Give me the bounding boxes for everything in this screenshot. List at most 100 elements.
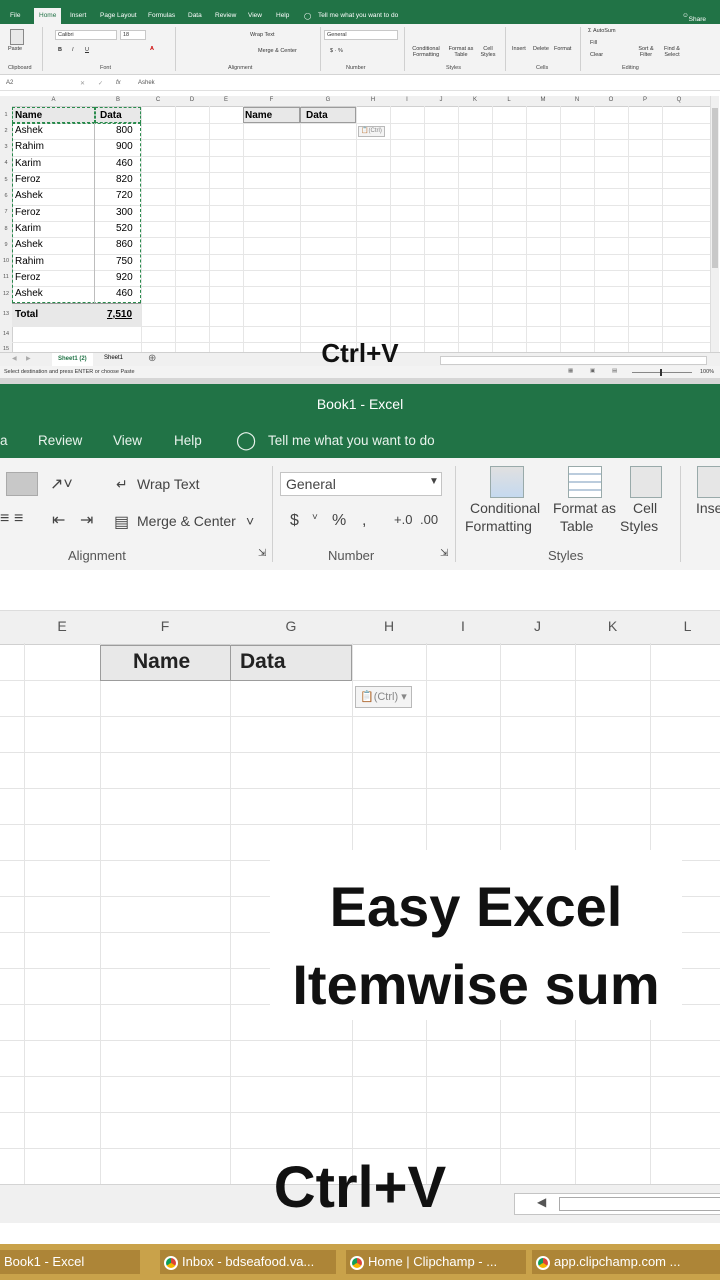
italic-button[interactable]: I [72, 47, 74, 53]
zoom-handle[interactable] [660, 369, 662, 376]
col-header-q[interactable]: Q [662, 97, 696, 103]
number-format-select[interactable]: General ▼ [280, 472, 442, 496]
row-header-3[interactable]: 3 [0, 144, 12, 150]
taskbar-item-inbox[interactable]: Inbox - bdseafood.va... [160, 1250, 336, 1274]
format-as-table-line1[interactable]: Format as [553, 500, 616, 516]
find-select-button[interactable]: Find & Select [660, 46, 684, 58]
table-header-data[interactable]: Data [95, 107, 141, 123]
increase-indent-icon[interactable]: ⇥ [80, 510, 93, 530]
tab-help[interactable]: Help [276, 12, 289, 19]
taskbar-item-clipchamp[interactable]: Home | Clipchamp - ... [346, 1250, 526, 1274]
col-header-b[interactable]: B [95, 97, 141, 103]
zoom-pasted-header-data[interactable]: Data [230, 645, 352, 681]
col-header-f[interactable]: F [243, 97, 300, 103]
comma-icon[interactable]: , [362, 512, 366, 530]
total-row[interactable]: Total 7,510 [12, 303, 141, 327]
row-header-11[interactable]: 11 [0, 274, 12, 280]
tab-insert[interactable]: Insert [70, 12, 86, 19]
autosum-button[interactable]: Σ AutoSum [588, 28, 616, 34]
chevron-down-icon[interactable]: ˅ [246, 513, 254, 529]
insert-button[interactable]: Insert [512, 46, 526, 52]
col-header-i[interactable]: I [426, 618, 500, 634]
delete-button[interactable]: Delete [533, 46, 549, 52]
col-header-o[interactable]: O [594, 97, 628, 103]
number-format-select[interactable]: General [324, 30, 398, 40]
cancel-icon[interactable]: ✕ [80, 80, 85, 87]
currency-button[interactable]: $ · % [330, 48, 343, 54]
pasted-header-name[interactable]: Name [243, 107, 300, 123]
cell-styles-line2[interactable]: Styles [620, 518, 658, 534]
wrap-text-button[interactable]: Wrap Text [137, 476, 200, 492]
col-header-g[interactable]: G [230, 618, 352, 634]
cell-styles-icon[interactable] [630, 466, 662, 498]
col-header-e[interactable]: E [209, 97, 243, 103]
merge-center-icon[interactable]: ▤ [114, 512, 129, 532]
tab-formulas[interactable]: Formulas [148, 12, 175, 19]
col-header-h[interactable]: H [352, 618, 426, 634]
conditional-formatting-button[interactable]: Conditional Formatting [408, 46, 444, 58]
paste-options-button[interactable]: 📋(Ctrl) [358, 126, 385, 137]
col-header-j[interactable]: J [424, 97, 458, 103]
vertical-scrollbar[interactable] [710, 96, 719, 352]
wrap-text-icon[interactable]: ↵ [116, 476, 128, 493]
share-button[interactable]: ☺ Share [682, 12, 706, 23]
dialog-launcher-icon[interactable]: ⇲ [440, 548, 448, 559]
merge-center-button[interactable]: Merge & Center [137, 513, 236, 529]
col-header-j[interactable]: J [500, 618, 575, 634]
format-as-table-button[interactable]: Format as Table [446, 46, 476, 58]
increase-decimal-icon[interactable]: +.0 [394, 512, 412, 527]
orientation-icon[interactable]: ↗˅ [50, 474, 73, 494]
format-as-table-line2[interactable]: Table [560, 518, 593, 534]
format-button[interactable]: Format [554, 46, 571, 52]
row-header-4[interactable]: 4 [0, 160, 12, 166]
tab-page-layout[interactable]: Page Layout [100, 12, 137, 19]
tell-me-box[interactable]: Tell me what you want to do [318, 12, 398, 19]
tab-home[interactable]: Home [34, 8, 62, 24]
col-header-p[interactable]: P [628, 97, 662, 103]
taskbar-item-app-clipchamp[interactable]: app.clipchamp.com ... [532, 1250, 720, 1274]
col-header-l[interactable]: L [492, 97, 526, 103]
currency-icon[interactable]: $ [290, 512, 299, 530]
col-header-k[interactable]: K [575, 618, 650, 634]
tab-data-partial[interactable]: a [0, 433, 8, 448]
col-header-m[interactable]: M [526, 97, 560, 103]
col-header-g[interactable]: G [300, 97, 356, 103]
align-bottom-icon[interactable] [6, 472, 38, 496]
function-icon[interactable]: fx [116, 80, 121, 86]
align-justify-icon[interactable]: ≡ [14, 510, 23, 528]
conditional-formatting-icon[interactable] [490, 466, 524, 498]
conditional-formatting-line2[interactable]: Formatting [465, 518, 532, 534]
tab-file[interactable]: File [10, 12, 20, 19]
taskbar-item-excel[interactable]: Book1 - Excel [0, 1250, 140, 1274]
tab-data[interactable]: Data [188, 12, 202, 19]
col-header-e[interactable]: E [24, 618, 100, 634]
row-header-6[interactable]: 6 [0, 193, 12, 199]
clear-button[interactable]: Clear [590, 52, 603, 58]
col-header-h[interactable]: H [356, 97, 390, 103]
page-layout-icon[interactable]: ▣ [590, 368, 595, 374]
tell-me-box[interactable]: Tell me what you want to do [268, 433, 435, 448]
col-header-a[interactable]: A [12, 97, 95, 103]
wrap-text-button[interactable]: Wrap Text [250, 32, 275, 38]
tab-review[interactable]: Review [38, 433, 82, 448]
row-header-9[interactable]: 9 [0, 242, 12, 248]
name-box[interactable]: A2 [6, 80, 13, 86]
zoom-slider[interactable] [632, 372, 692, 373]
col-header-i[interactable]: I [390, 97, 424, 103]
underline-button[interactable]: U [85, 47, 89, 53]
conditional-formatting-line1[interactable]: Conditional [470, 500, 540, 516]
col-header-f[interactable]: F [100, 618, 230, 634]
page-break-icon[interactable]: ▤ [612, 368, 617, 374]
table-header-name[interactable]: Name [12, 107, 95, 123]
font-color-button[interactable]: A [150, 46, 154, 52]
row-header-14[interactable]: 14 [0, 331, 12, 337]
sort-filter-button[interactable]: Sort & Filter [634, 46, 658, 58]
font-name-select[interactable]: Calibri [55, 30, 117, 40]
row-header-10[interactable]: 10 [0, 258, 12, 264]
cell-styles-button[interactable]: Cell Styles [476, 46, 500, 58]
row-header-7[interactable]: 7 [0, 209, 12, 215]
zoom-pasted-header-name[interactable]: Name [100, 645, 231, 681]
col-header-d[interactable]: D [175, 97, 209, 103]
tab-review[interactable]: Review [215, 12, 236, 19]
row-header-13[interactable]: 13 [0, 311, 12, 317]
